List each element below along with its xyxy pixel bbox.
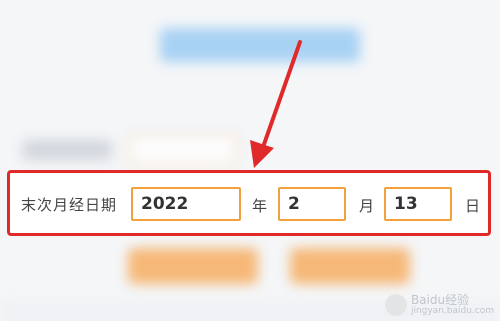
day-input[interactable] — [384, 187, 452, 221]
month-input[interactable] — [278, 187, 346, 221]
baidu-paw-icon — [384, 294, 407, 317]
watermark-title: Baidu经验 — [410, 292, 470, 307]
blurred-row-label — [22, 140, 112, 160]
last-period-date-row: 末次月经日期 年 月 日 — [10, 173, 488, 233]
watermark-text: Baidu经验 jingyan.baidu.com — [410, 292, 494, 317]
last-period-date-label: 末次月经日期 — [21, 196, 118, 214]
highlight-frame: 末次月经日期 年 月 日 — [7, 170, 491, 236]
blurred-header-button — [160, 28, 360, 62]
blurred-button-left — [128, 248, 258, 284]
blurred-button-right — [290, 248, 410, 284]
day-unit-label: 日 — [465, 197, 481, 215]
blurred-row-input — [128, 134, 238, 166]
watermark: Baidu经验 jingyan.baidu.com — [384, 292, 494, 317]
year-unit-label: 年 — [252, 197, 268, 215]
month-unit-label: 月 — [359, 197, 375, 215]
watermark-url: jingyan.baidu.com — [410, 306, 494, 317]
blurred-background — [0, 0, 500, 321]
year-input[interactable] — [131, 187, 241, 221]
